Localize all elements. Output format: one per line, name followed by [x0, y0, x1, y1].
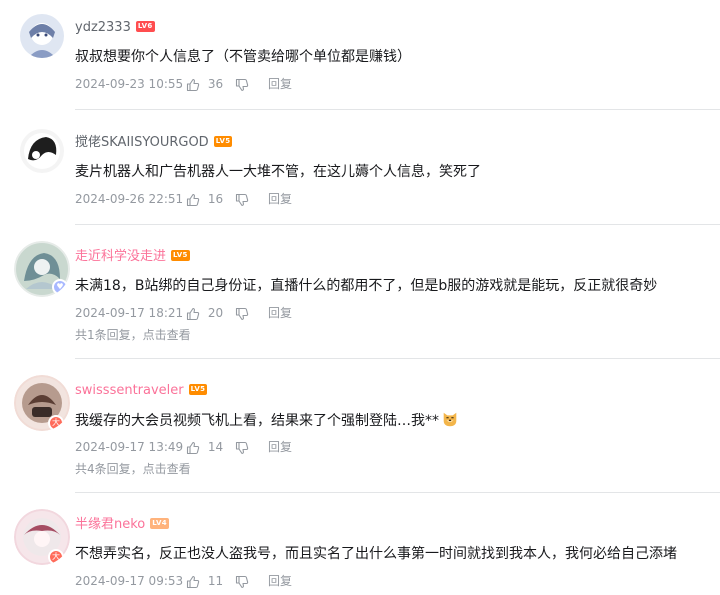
comment-text: 麦片机器人和广告机器人一大堆不管，在这儿薅个人信息，笑死了 — [75, 164, 481, 180]
like-icon — [186, 575, 200, 589]
dislike-icon — [235, 575, 249, 589]
dislike-button[interactable] — [235, 75, 249, 93]
divider — [75, 492, 720, 493]
comment-text: 我缓存的大会员视频飞机上看，结果来了个强制登陆…我** — [75, 410, 459, 431]
username[interactable]: 搅佬SKAIISYOURGOD LV5 — [75, 135, 233, 151]
dislike-icon — [235, 441, 249, 455]
level-badge: LV5 — [188, 384, 208, 395]
like-button[interactable]: 16 — [186, 190, 223, 208]
like-count: 20 — [207, 306, 224, 320]
divider — [75, 358, 720, 359]
reply-button[interactable]: 回复 — [268, 572, 292, 590]
username-text[interactable]: 走近科学没走进 — [75, 249, 166, 264]
view-replies-link[interactable]: 共1条回复，点击查看 — [75, 326, 191, 344]
reply-button[interactable]: 回复 — [268, 304, 292, 322]
timestamp: 2024-09-17 18:21 — [75, 306, 184, 320]
like-button[interactable]: 11 — [186, 572, 223, 590]
level-badge: LV6 — [135, 21, 155, 32]
reply-button[interactable]: 回复 — [268, 438, 292, 456]
dislike-icon — [235, 78, 249, 92]
level-badge: LV5 — [171, 250, 190, 261]
dislike-icon — [235, 307, 249, 321]
reply-button[interactable]: 回复 — [268, 190, 292, 208]
avatar[interactable]: ♥ — [14, 241, 70, 297]
dislike-icon — [235, 193, 249, 207]
username[interactable]: 半缘君neko LV4 — [75, 517, 169, 533]
username-text[interactable]: 半缘君neko — [75, 517, 145, 532]
like-count: 14 — [207, 440, 224, 454]
username[interactable]: ydz2333 LV6 — [75, 20, 155, 36]
level-badge: LV5 — [213, 136, 233, 147]
username-text[interactable]: swisssentraveler — [75, 383, 184, 398]
divider — [75, 224, 720, 225]
like-button[interactable]: 36 — [186, 75, 223, 93]
comment-text: 叔叔想要你个人信息了（不管卖给哪个单位都是赚钱） — [75, 49, 411, 65]
comment-text: 不想弄实名，反正也没人盗我号，而且实名了出什么事第一时间就找到我本人，我何必给自… — [75, 546, 677, 562]
comment-text-content: 我缓存的大会员视频飞机上看，结果来了个强制登陆…我** — [75, 413, 439, 429]
username[interactable]: swisssentraveler LV5 — [75, 383, 208, 399]
like-count: 36 — [207, 77, 224, 91]
level-badge: LV4 — [150, 518, 169, 529]
timestamp: 2024-09-23 10:55 — [75, 77, 184, 91]
vip-badge: ♥ — [52, 279, 68, 295]
divider — [75, 109, 720, 110]
timestamp: 2024-09-17 13:49 — [75, 440, 184, 454]
like-count: 11 — [207, 574, 224, 588]
view-replies-link[interactable]: 共4条回复，点击查看 — [75, 460, 191, 478]
decoration-badge: 大 — [48, 415, 64, 431]
timestamp: 2024-09-17 09:53 — [75, 574, 184, 588]
dislike-button[interactable] — [235, 572, 249, 590]
dislike-button[interactable] — [235, 438, 249, 456]
username-text[interactable]: ydz2333 — [75, 20, 131, 35]
avatar[interactable] — [20, 14, 64, 58]
comment-text: 未满18，B站绑的自己身份证，直播什么的都用不了，但是b服的游戏就是能玩，反正就… — [75, 278, 658, 294]
like-icon — [186, 307, 200, 321]
like-icon — [186, 193, 200, 207]
like-icon — [186, 441, 200, 455]
avatar[interactable]: 大 — [14, 509, 70, 565]
like-button[interactable]: 14 — [186, 438, 223, 456]
reply-button[interactable]: 回复 — [268, 75, 292, 93]
like-button[interactable]: 20 — [186, 304, 223, 322]
like-icon — [186, 78, 200, 92]
avatar-image — [20, 14, 64, 58]
username[interactable]: 走近科学没走进 LV5 — [75, 249, 190, 265]
dislike-button[interactable] — [235, 190, 249, 208]
dog-emoji — [443, 412, 457, 427]
avatar[interactable]: 大 — [14, 375, 70, 431]
username-text[interactable]: 搅佬SKAIISYOURGOD — [75, 135, 209, 150]
decoration-badge: 大 — [48, 549, 64, 565]
timestamp: 2024-09-26 22:51 — [75, 192, 184, 206]
like-count: 16 — [207, 192, 224, 206]
avatar-image — [20, 129, 64, 173]
dislike-button[interactable] — [235, 304, 249, 322]
avatar[interactable] — [20, 129, 64, 173]
